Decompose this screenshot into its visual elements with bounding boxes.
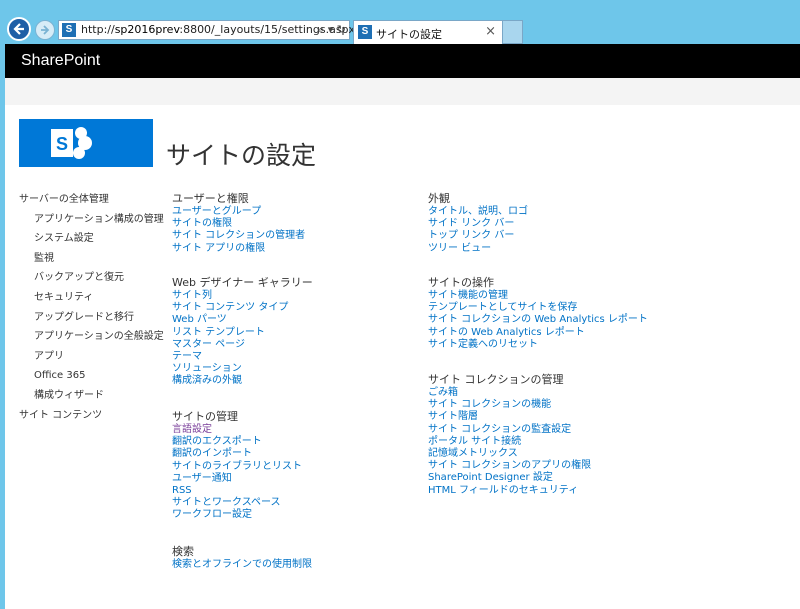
site-logo[interactable]: S xyxy=(19,119,153,167)
forward-button[interactable] xyxy=(35,20,55,40)
settings-link[interactable]: 言語設定 xyxy=(172,424,302,436)
settings-link[interactable]: 翻訳のエクスポート xyxy=(172,436,302,448)
brand-link[interactable]: SharePoint xyxy=(21,52,100,70)
settings-link[interactable]: サイト定義へのリセット xyxy=(428,339,648,351)
arrow-right-icon xyxy=(41,25,50,35)
arrow-left-icon xyxy=(13,23,24,35)
suite-bar: SharePoint xyxy=(5,44,800,78)
group-look-and-feel: 外観 タイトル、説明、ロゴ サイド リンク バー トップ リンク バー ツリー ビュー xyxy=(428,192,528,255)
settings-link[interactable]: サイト階層 xyxy=(428,411,591,423)
close-icon[interactable]: × xyxy=(485,24,496,39)
dropdown-icon[interactable]: ▾ xyxy=(328,23,334,36)
settings-link[interactable]: 翻訳のインポート xyxy=(172,448,302,460)
group-heading: ユーザーと権限 xyxy=(172,192,249,205)
address-bar[interactable]: S http://sp2016prev:8800/_layouts/15/set… xyxy=(58,20,355,40)
settings-link[interactable]: ワークフロー設定 xyxy=(172,509,302,521)
sharepoint-favicon-icon: S xyxy=(358,25,372,39)
group-search: 検索 検索とオフラインでの使用制限 xyxy=(172,545,312,571)
nav-item[interactable]: アプリ xyxy=(19,347,169,367)
ribbon-bar xyxy=(5,78,800,105)
settings-link[interactable]: サイト コレクションの機能 xyxy=(428,399,591,411)
window-edge xyxy=(0,44,5,609)
settings-link[interactable]: SharePoint Designer 設定 xyxy=(428,472,591,484)
group-heading: サイトの操作 xyxy=(428,276,494,289)
nav-item[interactable]: サーバーの全体管理 xyxy=(19,190,169,210)
settings-link[interactable]: サイトのライブラリとリスト xyxy=(172,461,302,473)
group-site-actions: サイトの操作 サイト機能の管理 テンプレートとしてサイトを保存 サイト コレクションの… xyxy=(428,276,648,351)
nav-item[interactable]: 監視 xyxy=(19,249,169,269)
sharepoint-logo-icon: S xyxy=(51,127,92,159)
settings-link[interactable]: サイト コレクションの監査設定 xyxy=(428,424,591,436)
refresh-icon[interactable]: ↻ xyxy=(337,23,346,36)
settings-link[interactable]: RSS xyxy=(172,485,302,497)
nav-item[interactable]: サイト コンテンツ xyxy=(19,406,169,426)
sharepoint-favicon-icon: S xyxy=(62,23,76,37)
settings-link[interactable]: サイトの Web Analytics レポート xyxy=(428,327,648,339)
settings-link[interactable]: ユーザー通知 xyxy=(172,473,302,485)
settings-link[interactable]: 検索とオフラインでの使用制限 xyxy=(172,559,312,571)
group-heading: サイトの管理 xyxy=(172,410,238,423)
nav-item[interactable]: アップグレードと移行 xyxy=(19,308,169,328)
new-tab-button[interactable] xyxy=(503,20,523,44)
browser-toolbar: S http://sp2016prev:8800/_layouts/15/set… xyxy=(0,0,800,44)
nav-item[interactable]: 構成ウィザード xyxy=(19,386,169,406)
settings-link[interactable]: Web パーツ xyxy=(172,314,313,326)
address-tools[interactable]: ⌕ ▾ ↻ xyxy=(318,23,346,37)
settings-link[interactable]: サイト コレクションのアプリの権限 xyxy=(428,460,591,472)
group-site-administration: サイトの管理 言語設定 翻訳のエクスポート 翻訳のインポート サイトのライブラリとリスト… xyxy=(172,410,302,522)
nav-item[interactable]: システム設定 xyxy=(19,229,169,249)
settings-link[interactable]: サイト コレクションの Web Analytics レポート xyxy=(428,314,648,326)
settings-link[interactable]: サイトとワークスペース xyxy=(172,497,302,509)
settings-link[interactable]: ソリューション xyxy=(172,363,313,375)
settings-link[interactable]: トップ リンク バー xyxy=(428,230,528,242)
group-web-designer-galleries: Web デザイナー ギャラリー サイト列 サイト コンテンツ タイプ Web パーツリ… xyxy=(172,276,313,388)
settings-link[interactable]: サイト コレクションの管理者 xyxy=(172,230,305,242)
settings-link[interactable]: ごみ箱 xyxy=(428,387,591,399)
settings-link[interactable]: テーマ xyxy=(172,351,313,363)
group-heading: 検索 xyxy=(172,545,194,558)
nav-item[interactable]: Office 365 xyxy=(19,366,169,386)
group-users-permissions: ユーザーと権限 ユーザーとグループ サイトの権限 サイト コレクションの管理者 サイト … xyxy=(172,192,305,255)
address-url: http://sp2016prev:8800/_layouts/15/setti… xyxy=(81,23,356,36)
svg-text:S: S xyxy=(56,134,68,154)
group-heading: Web デザイナー ギャラリー xyxy=(172,276,313,289)
settings-link[interactable]: サイト機能の管理 xyxy=(428,290,648,302)
group-heading: サイト コレクションの管理 xyxy=(428,373,564,386)
browser-tab[interactable]: S サイトの設定 × xyxy=(353,20,503,44)
quick-launch: サーバーの全体管理 アプリケーション構成の管理 システム設定 監視 バックアップと復元セ… xyxy=(19,190,169,425)
settings-link[interactable]: タイトル、説明、ロゴ xyxy=(428,206,528,218)
search-icon[interactable]: ⌕ xyxy=(318,23,324,36)
nav-item[interactable]: セキュリティ xyxy=(19,288,169,308)
page-title: サイトの設定 xyxy=(166,141,317,170)
settings-link[interactable]: ユーザーとグループ xyxy=(172,206,305,218)
group-heading: 外観 xyxy=(428,192,450,205)
back-button[interactable] xyxy=(7,17,31,41)
settings-link[interactable]: サイド リンク バー xyxy=(428,218,528,230)
settings-link[interactable]: サイトの権限 xyxy=(172,218,305,230)
tab-title: サイトの設定 xyxy=(376,28,442,41)
settings-link[interactable]: 構成済みの外観 xyxy=(172,375,313,387)
settings-link[interactable]: HTML フィールドのセキュリティ xyxy=(428,485,591,497)
group-site-collection-administration: サイト コレクションの管理 ごみ箱 サイト コレクションの機能 サイト階層 サイト コレ… xyxy=(428,373,591,497)
settings-link[interactable]: マスター ページ xyxy=(172,339,313,351)
settings-link[interactable]: サイト列 xyxy=(172,290,313,302)
nav-item[interactable]: アプリケーションの全般設定 xyxy=(19,327,169,347)
settings-link[interactable]: リスト テンプレート xyxy=(172,327,313,339)
settings-link[interactable]: 記憶域メトリックス xyxy=(428,448,591,460)
nav-item[interactable]: バックアップと復元 xyxy=(19,268,169,288)
settings-link[interactable]: ツリー ビュー xyxy=(428,243,528,255)
settings-link[interactable]: サイト コンテンツ タイプ xyxy=(172,302,313,314)
settings-link[interactable]: サイト アプリの権限 xyxy=(172,243,305,255)
settings-link[interactable]: ポータル サイト接続 xyxy=(428,436,591,448)
nav-item[interactable]: アプリケーション構成の管理 xyxy=(19,210,169,230)
settings-link[interactable]: テンプレートとしてサイトを保存 xyxy=(428,302,648,314)
